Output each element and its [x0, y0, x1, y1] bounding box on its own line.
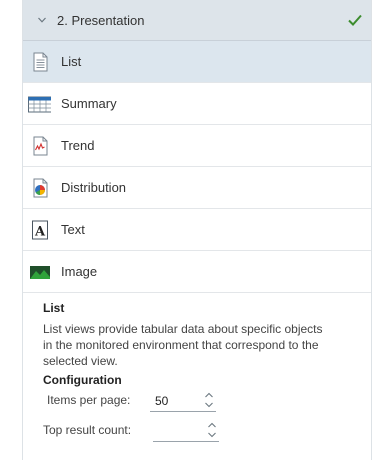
svg-text:A: A	[34, 225, 46, 240]
top-result-count-row: Top result count:	[43, 417, 351, 447]
item-label-text: Text	[61, 222, 85, 237]
presentation-item-trend[interactable]: Trend	[23, 125, 371, 167]
item-label-list: List	[61, 54, 82, 69]
presentation-item-text[interactable]: A Text	[23, 209, 371, 251]
presentation-panel: 2. Presentation List Summary Trend Distr…	[22, 0, 372, 460]
top-result-count-input[interactable]	[153, 418, 219, 442]
items-per-page-row: Items per page: 50	[43, 387, 351, 417]
item-label-summary: Summary	[61, 96, 117, 111]
section-header-presentation[interactable]: 2. Presentation	[23, 0, 371, 41]
chevron-down-icon[interactable]	[37, 15, 47, 25]
list-icon	[33, 52, 48, 72]
pie-chart-icon	[33, 178, 48, 198]
top-result-count-label: Top result count:	[43, 423, 132, 437]
presentation-item-distribution[interactable]: Distribution	[23, 167, 371, 209]
spinner-icon[interactable]	[207, 421, 217, 439]
check-icon	[348, 14, 362, 26]
presentation-item-list[interactable]: List	[23, 41, 371, 83]
text-icon: A	[32, 220, 48, 240]
summary-table-icon	[28, 96, 51, 113]
section-title: 2. Presentation	[57, 12, 145, 28]
presentation-item-summary[interactable]: Summary	[23, 83, 371, 125]
items-per-page-label: Items per page:	[47, 393, 131, 407]
items-per-page-input[interactable]: 50	[150, 388, 216, 412]
item-label-distribution: Distribution	[61, 180, 127, 195]
item-label-trend: Trend	[61, 138, 95, 153]
image-icon	[30, 266, 50, 279]
description-title: List	[43, 301, 65, 315]
description-text: List views provide tabular data about sp…	[43, 322, 323, 368]
presentation-item-image[interactable]: Image	[23, 251, 371, 293]
trend-chart-icon	[33, 136, 48, 156]
item-label-image: Image	[61, 264, 98, 279]
configuration-title: Configuration	[43, 373, 122, 387]
description-panel: List List views provide tabular data abo…	[23, 293, 371, 447]
items-per-page-value: 50	[155, 394, 169, 408]
spinner-icon[interactable]	[204, 391, 214, 409]
